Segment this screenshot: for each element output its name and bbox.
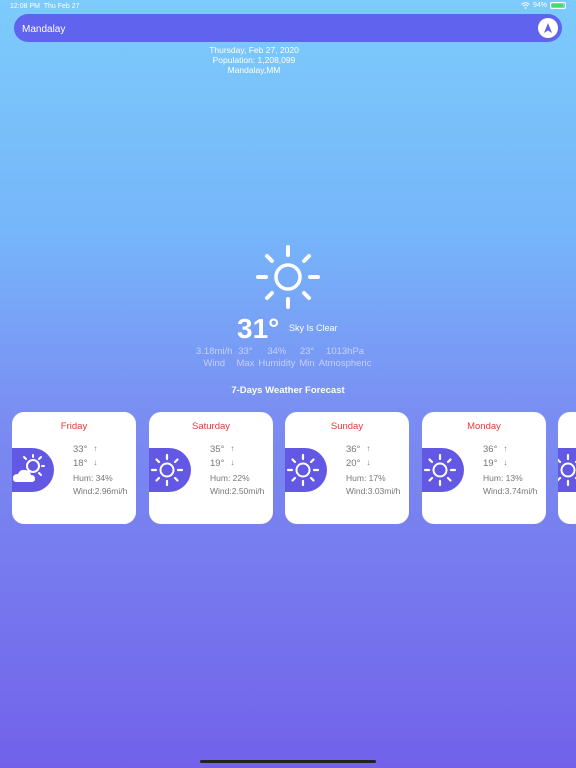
current-stats: 3.18mi/h Wind 33° Max 34% Humidity 23° M… bbox=[196, 346, 371, 370]
arrow-up-icon: ↑ bbox=[503, 444, 508, 453]
stat-atmospheric: 1013hPa Atmospheric bbox=[319, 346, 372, 370]
arrow-down-icon: ↓ bbox=[503, 458, 508, 467]
arrow-down-icon: ↓ bbox=[230, 458, 235, 467]
arrow-up-icon: ↑ bbox=[93, 444, 98, 453]
battery-percent: 94% bbox=[532, 2, 547, 9]
forecast-max: 33° bbox=[73, 444, 88, 455]
forecast-min: 20° bbox=[346, 458, 361, 469]
status-time-text: 12:08 PM bbox=[10, 3, 40, 10]
forecast-humidity: Hum: 22% bbox=[210, 473, 250, 483]
forecast-min-row: 20° ↓ bbox=[346, 458, 370, 469]
stat-value: 34% bbox=[267, 346, 287, 357]
stat-min: 23° Min bbox=[299, 346, 314, 370]
forecast-min: 18° bbox=[73, 458, 88, 469]
forecast-min-row: 19° ↓ bbox=[483, 458, 507, 469]
forecast-day: Friday bbox=[60, 421, 88, 432]
stat-wind: 3.18mi/h Wind bbox=[196, 346, 232, 370]
forecast-humidity: Hum: 13% bbox=[483, 473, 523, 483]
forecast-min: 19° bbox=[210, 458, 225, 469]
stat-label: Humidity bbox=[258, 358, 296, 369]
search-bar bbox=[14, 14, 562, 44]
info-location: Mandalay,MM bbox=[227, 65, 281, 75]
forecast-max-row: 36° ↑ bbox=[483, 444, 507, 455]
forecast-day: Monday bbox=[467, 421, 501, 432]
forecast-card-sunday[interactable]: Sunday 36° ↑ 20° ↓ Hum: 17% Wind:3.03mi/… bbox=[285, 412, 409, 524]
forecast-wind: Wind:2.50mi/h bbox=[210, 486, 265, 496]
forecast-card-friday[interactable]: Friday 33° ↑ 18° ↓ Hum: 34% Wind:2.96mi/… bbox=[12, 412, 136, 524]
sun-icon bbox=[150, 453, 184, 487]
forecast-icon-pill bbox=[422, 448, 464, 492]
stat-label: Atmospheric bbox=[318, 358, 372, 369]
stat-max: 33° Max bbox=[236, 346, 254, 370]
forecast-max: 36° bbox=[346, 444, 361, 455]
forecast-icon-pill bbox=[149, 448, 191, 492]
stat-label: Min bbox=[299, 358, 315, 369]
forecast-wind: Wind:3.03mi/h bbox=[346, 486, 401, 496]
forecast-title: 7-Days Weather Forecast bbox=[231, 385, 345, 396]
forecast-day: Sunday bbox=[330, 421, 364, 432]
forecast-max-row: 33° ↑ bbox=[73, 444, 97, 455]
wifi-icon bbox=[521, 2, 530, 9]
forecast-max: 36° bbox=[483, 444, 498, 455]
forecast-card-monday[interactable]: Monday 36° ↑ 19° ↓ Hum: 13% Wind:3.74mi/… bbox=[422, 412, 546, 524]
arrow-down-icon: ↓ bbox=[366, 458, 371, 467]
current-weather-icon-wrap bbox=[255, 244, 321, 315]
forecast-max-row: 35° ↑ bbox=[210, 444, 234, 455]
forecast-min-row: 18° ↓ bbox=[73, 458, 97, 469]
home-indicator[interactable] bbox=[200, 760, 376, 763]
forecast-min-row: 19° ↓ bbox=[210, 458, 234, 469]
forecast-min: 19° bbox=[483, 458, 498, 469]
battery-icon bbox=[550, 2, 566, 9]
forecast-icon-pill bbox=[558, 448, 576, 492]
forecast-humidity: Hum: 17% bbox=[346, 473, 386, 483]
stat-humidity: 34% Humidity bbox=[258, 346, 295, 370]
status-bar: 12:08 PM Thu Feb 27 94% bbox=[0, 0, 576, 13]
status-date-text: Thu Feb 27 bbox=[43, 3, 80, 10]
city-search-input[interactable] bbox=[20, 14, 524, 44]
current-temperature: 31° bbox=[237, 313, 280, 344]
location-button[interactable] bbox=[538, 18, 558, 38]
sun-icon bbox=[558, 453, 576, 487]
arrow-up-icon: ↑ bbox=[230, 444, 235, 453]
forecast-icon-pill bbox=[285, 448, 327, 492]
arrow-up-icon: ↑ bbox=[366, 444, 371, 453]
forecast-day: Saturday bbox=[191, 421, 231, 432]
partly-cloudy-icon bbox=[13, 454, 45, 482]
stat-label: Max bbox=[236, 358, 255, 369]
forecast-wind: Wind:2.96mi/h bbox=[73, 486, 128, 496]
sun-icon bbox=[256, 245, 320, 309]
forecast-wind: Wind:3.74mi/h bbox=[483, 486, 538, 496]
sun-icon bbox=[423, 453, 457, 487]
city-info: Thursday, Feb 27, 2020 Population: 1,208… bbox=[0, 45, 508, 75]
forecast-card-partial[interactable] bbox=[558, 412, 576, 524]
status-right: 94% bbox=[521, 2, 566, 9]
sun-icon bbox=[286, 453, 320, 487]
stat-value: 3.18mi/h bbox=[196, 346, 233, 357]
navigation-arrow-icon bbox=[544, 23, 552, 33]
info-population: Population: 1,208,099 bbox=[212, 55, 296, 65]
stat-value: 23° bbox=[299, 346, 315, 357]
forecast-icon-pill bbox=[12, 448, 54, 492]
stat-value: 1013hPa bbox=[326, 346, 365, 357]
stat-value: 33° bbox=[238, 346, 253, 357]
forecast-max-row: 36° ↑ bbox=[346, 444, 370, 455]
forecast-card-saturday[interactable]: Saturday 35° ↑ 19° ↓ Hum: 22% Wind:2.50m… bbox=[149, 412, 273, 524]
forecast-humidity: Hum: 34% bbox=[73, 473, 113, 483]
current-condition: Sky Is Clear bbox=[289, 323, 338, 333]
info-date: Thursday, Feb 27, 2020 bbox=[209, 45, 299, 55]
arrow-down-icon: ↓ bbox=[93, 458, 98, 467]
stat-label: Wind bbox=[203, 358, 226, 369]
status-time: 12:08 PM Thu Feb 27 bbox=[10, 3, 80, 10]
forecast-max: 35° bbox=[210, 444, 225, 455]
